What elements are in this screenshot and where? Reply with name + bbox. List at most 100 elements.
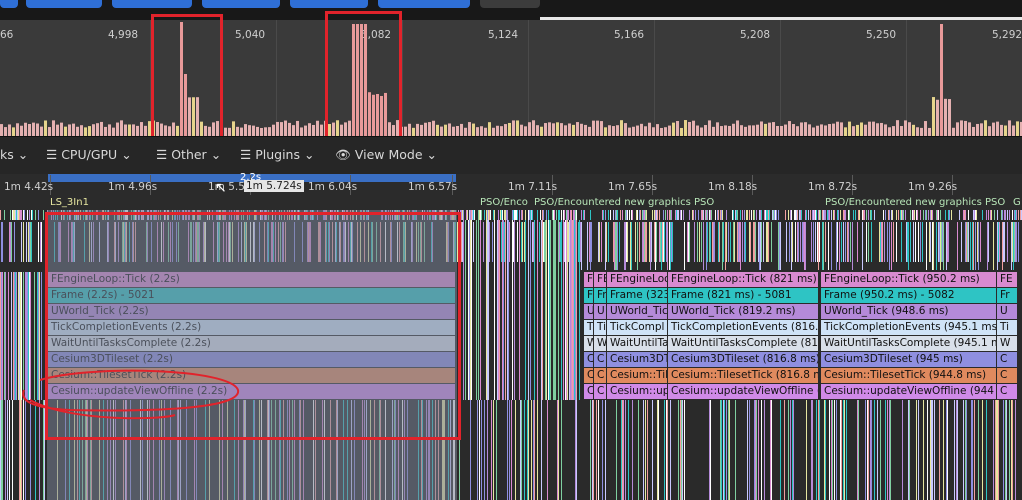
timing-event[interactable]: C [997,384,1017,399]
timing-event[interactable]: Fr [594,288,606,303]
timing-event[interactable]: U [594,304,606,319]
timing-event[interactable]: TickCompletionEvents (945.1 ms) [821,320,996,335]
toolbar-button[interactable] [378,0,470,8]
timing-event[interactable]: Cesium::updateViewOffline (944 [821,384,996,399]
timing-event[interactable]: W [584,336,593,351]
toolbar-button[interactable] [0,0,18,8]
timing-event[interactable]: FE [997,272,1017,287]
frame-bar [532,120,535,136]
frame-bar [768,122,771,136]
timing-event[interactable]: WaitUntilTasksComplete (945.1 m [821,336,996,351]
timing-event[interactable]: Ti [997,320,1017,335]
frame-bar [968,122,971,136]
timing-event[interactable]: Cesium3DT [607,352,667,367]
timing-event[interactable]: Cesium3DTileset (945 ms) [821,352,996,367]
frame-bar [24,122,27,136]
toolbar-button[interactable] [202,0,280,8]
timing-event[interactable]: W [594,336,606,351]
frame-bar [408,123,411,136]
frame-bar [608,125,611,136]
frame-bar [476,127,479,136]
frame-bar [468,122,471,136]
timing-event[interactable]: FEngineLoop::Tick (821 ms) [668,272,818,287]
timing-event[interactable]: Fr [584,288,593,303]
timing-event[interactable]: TickCompl [607,320,667,335]
frame-bar [844,127,847,136]
timing-event[interactable]: Cesium::up [607,384,667,399]
frame-bar [972,126,975,136]
cpu-gpu-menu[interactable]: ☰ CPU/GPU ⌄ [46,147,132,162]
chevron-down-icon: ⌄ [121,147,132,162]
timing-event[interactable]: UWorld_Tick (948.6 ms) [821,304,996,319]
timing-event[interactable]: FE [594,272,606,287]
toolbar-button[interactable] [480,0,540,8]
timing-event[interactable]: WaitUntilTa [607,336,667,351]
timing-event[interactable]: Cesium::updateViewOffline (8 [668,384,818,399]
timing-event[interactable]: C [997,352,1017,367]
timing-event[interactable]: WaitUntilTasksComplete (816 [668,336,818,351]
frame-bar [952,127,955,136]
frame-bar [292,125,295,136]
toolbar-button[interactable] [26,0,102,8]
frame-bar [32,122,35,136]
frame-bar [96,123,99,136]
frame-bar [108,124,111,136]
frame-bar [420,124,423,136]
timing-event[interactable]: F [584,272,593,287]
frame-bar [12,127,15,136]
frame-bar [776,125,779,136]
chevron-down-icon: ⌄ [426,147,438,162]
ruler-label: 1m 7.11s [508,181,558,193]
timing-event[interactable]: T [584,320,593,335]
timing-event[interactable]: FEngineLoo [607,272,667,287]
plugins-menu[interactable]: ☰ Plugins ⌄ [240,147,314,162]
timing-event[interactable]: FEngineLoop::Tick (950.2 ms) [821,272,996,287]
timing-event[interactable]: C [594,352,606,367]
toolbar-button[interactable] [112,0,192,8]
frame-bar [544,123,547,136]
timing-event[interactable]: Cesium::Til [607,368,667,383]
timing-event[interactable]: U [584,304,593,319]
timing-event[interactable]: Frame (950.2 ms) - 5082 [821,288,996,303]
frame-bar [932,97,935,136]
frame-bar [1008,120,1011,136]
frame-bar [900,126,903,136]
timing-event[interactable]: C [594,368,606,383]
other-menu[interactable]: ☰ Other ⌄ [156,147,221,162]
frame-bar [956,122,959,136]
frame-bar [868,121,871,136]
frame-bar [140,122,143,136]
frame-bar [68,124,71,136]
frame-bar [912,124,915,136]
timing-event[interactable]: UWorld_Tick (819.2 ms) [668,304,818,319]
mouse-cursor-icon: ↖ [215,180,227,196]
toolbar-button[interactable] [290,0,368,8]
timing-event[interactable]: Cesium::TilesetTick (944.8 ms) [821,368,996,383]
timing-event[interactable]: U [997,304,1017,319]
timing-event[interactable]: Ti [594,320,606,335]
view-mode-menu[interactable]: 👁 View Mode ⌄ [335,147,437,163]
timing-event[interactable]: C [584,368,593,383]
frame-bar [636,125,639,136]
frame-bar [976,123,979,136]
timing-event[interactable]: W [997,336,1017,351]
timing-event[interactable]: C [584,352,593,367]
frame-bar [948,99,951,136]
timing-event[interactable]: C [997,368,1017,383]
frame-bar [600,121,603,136]
timing-event[interactable]: UWorld_Tic [607,304,667,319]
frame-bar [256,126,259,136]
timing-event[interactable]: Cesium::TilesetTick (816.8 m [668,368,818,383]
frame-bar [828,124,831,136]
timing-event[interactable]: Frame (821 ms) - 5081 [668,288,818,303]
timing-event[interactable]: Fr [997,288,1017,303]
frame-bar [680,127,683,136]
tracks-label: ks [0,147,14,162]
timing-event[interactable]: Frame (323 [607,288,667,303]
timing-event[interactable]: Cesium3DTileset (816.8 ms) [668,352,818,367]
timing-event[interactable]: C [584,384,593,399]
timing-event[interactable]: C [594,384,606,399]
tracks-menu[interactable]: ks ⌄ [0,147,28,162]
timing-event[interactable]: TickCompletionEvents (816.8 [668,320,818,335]
frame-bar [796,126,799,136]
